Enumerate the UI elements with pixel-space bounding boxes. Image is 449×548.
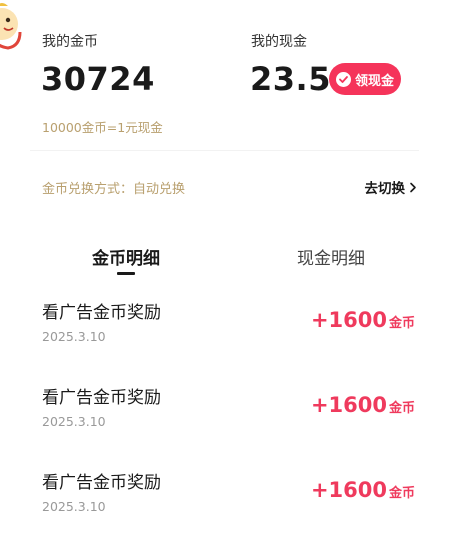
coins-value: 30724: [41, 60, 155, 98]
record-title: 看广告金币奖励: [42, 388, 161, 408]
record-amount: +1600 金币: [311, 478, 415, 502]
section-divider: [30, 150, 419, 151]
record-title: 看广告金币奖励: [42, 473, 161, 493]
withdraw-cash-button[interactable]: 领现金: [329, 63, 401, 95]
exchange-mode-text: 金币兑换方式：自动兑换: [42, 182, 186, 197]
record-amount: +1600 金币: [311, 308, 415, 332]
cash-value: 23.5: [250, 60, 331, 98]
tab-coin-details[interactable]: 金币明细: [92, 244, 160, 269]
record-title: 看广告金币奖励: [42, 303, 161, 323]
record-amount-unit: 金币: [388, 486, 415, 501]
active-tab-indicator: [117, 272, 135, 275]
list-item: 看广告金币奖励 2025.3.10 +1600 金币: [0, 383, 449, 463]
coins-label: 我的金币: [42, 34, 98, 50]
record-amount-unit: 金币: [388, 401, 415, 416]
switch-exchange-button[interactable]: 去切换: [365, 177, 418, 197]
tab-cash-details[interactable]: 现金明细: [297, 244, 365, 269]
coins-rate-note: 10000金币=1元现金: [42, 120, 163, 135]
list-item: 看广告金币奖励 2025.3.10 +1600 金币: [0, 298, 449, 378]
list-item: 看广告金币奖励 2025.3.10 +1600 金币: [0, 468, 449, 548]
record-date: 2025.3.10: [42, 414, 106, 429]
withdraw-cash-label: 领现金: [354, 73, 394, 89]
mascot-icon: [0, 3, 22, 50]
cash-coin-icon: [335, 71, 351, 87]
record-amount-value: +1600: [310, 478, 387, 502]
record-amount-value: +1600: [310, 308, 387, 332]
record-amount-unit: 金币: [388, 316, 415, 331]
cash-label: 我的现金: [251, 34, 307, 50]
switch-exchange-label: 去切换: [364, 181, 406, 197]
chevron-right-icon: [410, 182, 416, 192]
record-date: 2025.3.10: [42, 499, 106, 514]
record-date: 2025.3.10: [42, 329, 106, 344]
record-amount: +1600 金币: [311, 393, 415, 417]
record-amount-value: +1600: [310, 393, 387, 417]
